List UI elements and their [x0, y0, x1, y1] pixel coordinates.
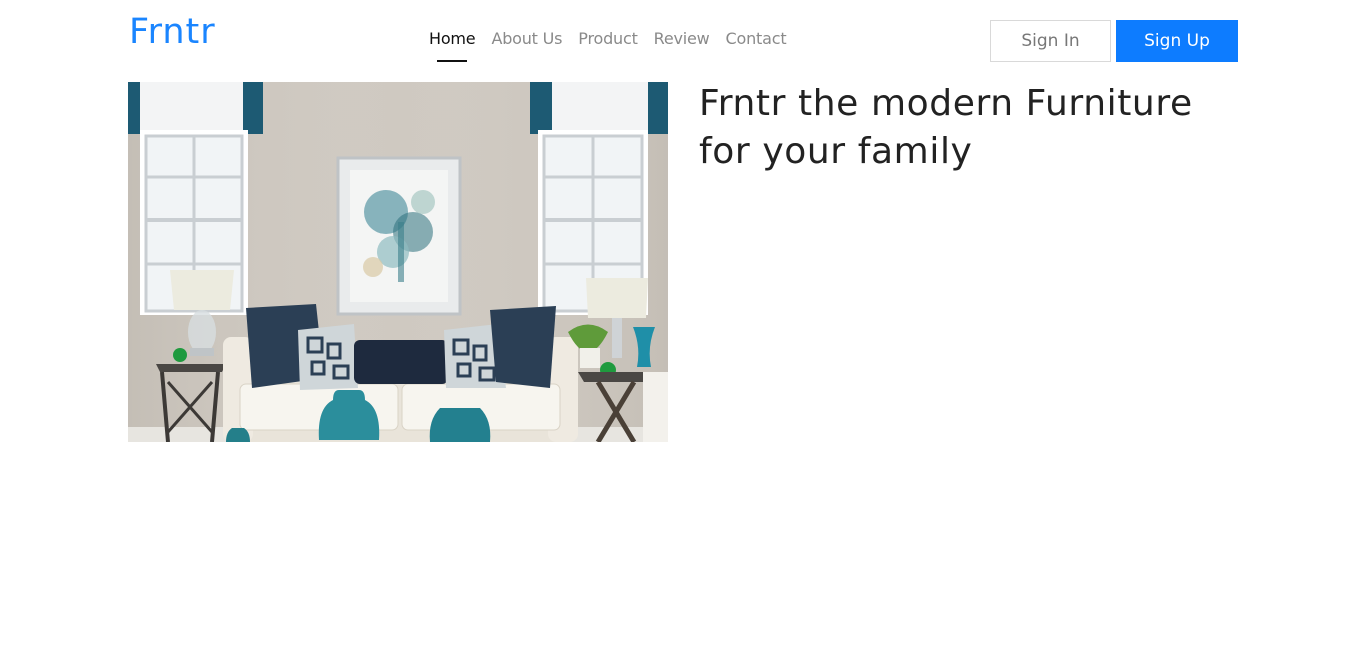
- main-nav: Home About Us Product Review Contact: [421, 28, 794, 62]
- nav-item-about-us[interactable]: About Us: [483, 28, 570, 62]
- nav-item-product[interactable]: Product: [570, 28, 645, 62]
- sign-in-button[interactable]: Sign In: [990, 20, 1111, 62]
- nav-item-review[interactable]: Review: [646, 28, 718, 62]
- living-room-photo-icon: [128, 82, 668, 442]
- hero-image: [128, 82, 668, 442]
- hero-title: Frntr the modern Furniture for your fami…: [699, 83, 1193, 172]
- brand-logo[interactable]: Frntr: [129, 12, 216, 52]
- nav-item-contact[interactable]: Contact: [718, 28, 795, 62]
- nav-item-home[interactable]: Home: [421, 28, 483, 62]
- sign-up-button[interactable]: Sign Up: [1116, 20, 1238, 62]
